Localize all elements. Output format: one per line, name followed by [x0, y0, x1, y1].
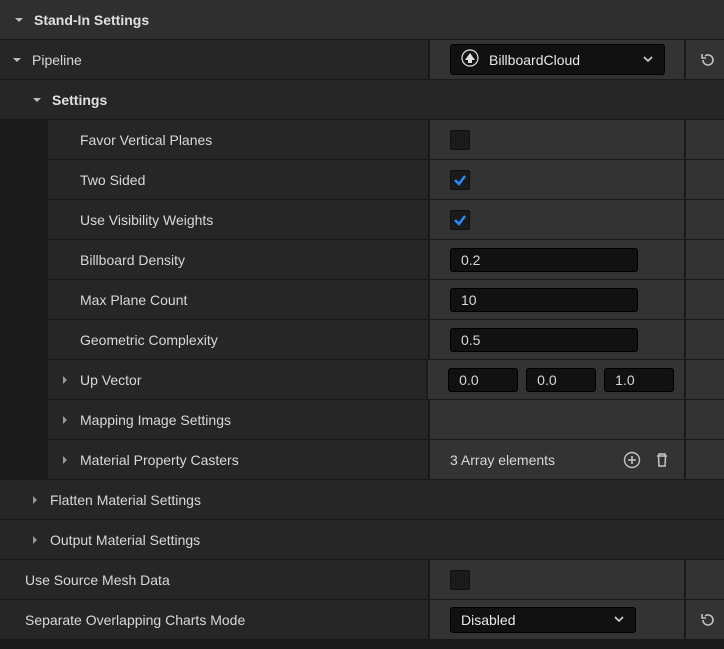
output-material-label: Output Material Settings: [50, 532, 200, 548]
up-vector-x[interactable]: [448, 368, 518, 392]
chevron-right-icon[interactable]: [58, 373, 72, 387]
property-geometric-complexity: Geometric Complexity: [0, 320, 724, 360]
chevron-down-icon[interactable]: [10, 53, 24, 67]
property-use-visibility-weights: Use Visibility Weights: [0, 200, 724, 240]
two-sided-label: Two Sided: [80, 172, 145, 188]
chevron-down-icon: [30, 93, 44, 107]
max-plane-count-input[interactable]: [450, 288, 638, 312]
chevron-right-icon[interactable]: [58, 453, 72, 467]
use-visibility-weights-checkbox[interactable]: [450, 210, 470, 230]
property-billboard-density: Billboard Density: [0, 240, 724, 280]
flatten-material-label: Flatten Material Settings: [50, 492, 201, 508]
chevron-down-icon: [642, 52, 654, 68]
array-count-text: 3 Array elements: [450, 452, 555, 468]
add-element-icon[interactable]: [620, 448, 644, 472]
separate-overlapping-label: Separate Overlapping Charts Mode: [25, 612, 245, 628]
geometric-complexity-input[interactable]: [450, 328, 638, 352]
separate-overlapping-dropdown[interactable]: Disabled: [450, 607, 636, 633]
mapping-image-settings-label: Mapping Image Settings: [80, 412, 231, 428]
section-header-settings[interactable]: Settings: [0, 80, 724, 120]
property-mapping-image-settings: Mapping Image Settings: [0, 400, 724, 440]
favor-vertical-planes-label: Favor Vertical Planes: [80, 132, 212, 148]
section-header-standin[interactable]: Stand-In Settings: [0, 0, 724, 40]
use-source-mesh-data-checkbox[interactable]: [450, 570, 470, 590]
section-output-material-settings[interactable]: Output Material Settings: [0, 520, 724, 560]
property-separate-overlapping-charts-mode: Separate Overlapping Charts Mode Disable…: [0, 600, 724, 640]
two-sided-checkbox[interactable]: [450, 170, 470, 190]
pipeline-dropdown[interactable]: BillboardCloud: [450, 44, 665, 75]
section-title: Stand-In Settings: [34, 12, 149, 28]
property-max-plane-count: Max Plane Count: [0, 280, 724, 320]
property-pipeline: Pipeline BillboardCloud: [0, 40, 724, 80]
section-flatten-material-settings[interactable]: Flatten Material Settings: [0, 480, 724, 520]
separate-overlapping-value: Disabled: [461, 612, 515, 628]
reset-icon[interactable]: [696, 48, 720, 72]
property-material-property-casters: Material Property Casters 3 Array elemen…: [0, 440, 724, 480]
billboard-density-input[interactable]: [450, 248, 638, 272]
material-property-casters-label: Material Property Casters: [80, 452, 239, 468]
chevron-right-icon: [28, 493, 42, 507]
up-vector-label: Up Vector: [80, 372, 141, 388]
up-vector-z[interactable]: [604, 368, 674, 392]
use-source-mesh-data-label: Use Source Mesh Data: [25, 572, 170, 588]
class-icon: [461, 49, 479, 70]
up-vector-y[interactable]: [526, 368, 596, 392]
reset-icon[interactable]: [696, 608, 720, 632]
property-use-source-mesh-data: Use Source Mesh Data: [0, 560, 724, 600]
pipeline-value: BillboardCloud: [489, 52, 580, 68]
geometric-complexity-label: Geometric Complexity: [80, 332, 218, 348]
max-plane-count-label: Max Plane Count: [80, 292, 187, 308]
chevron-down-icon: [613, 612, 625, 628]
settings-label: Settings: [52, 92, 107, 108]
pipeline-label: Pipeline: [32, 52, 82, 68]
chevron-right-icon[interactable]: [58, 413, 72, 427]
billboard-density-label: Billboard Density: [80, 252, 185, 268]
property-two-sided: Two Sided: [0, 160, 724, 200]
favor-vertical-planes-checkbox[interactable]: [450, 130, 470, 150]
trash-icon[interactable]: [650, 448, 674, 472]
property-favor-vertical-planes: Favor Vertical Planes: [0, 120, 724, 160]
chevron-right-icon: [28, 533, 42, 547]
use-visibility-weights-label: Use Visibility Weights: [80, 212, 213, 228]
property-up-vector: Up Vector: [0, 360, 724, 400]
chevron-down-icon: [12, 13, 26, 27]
